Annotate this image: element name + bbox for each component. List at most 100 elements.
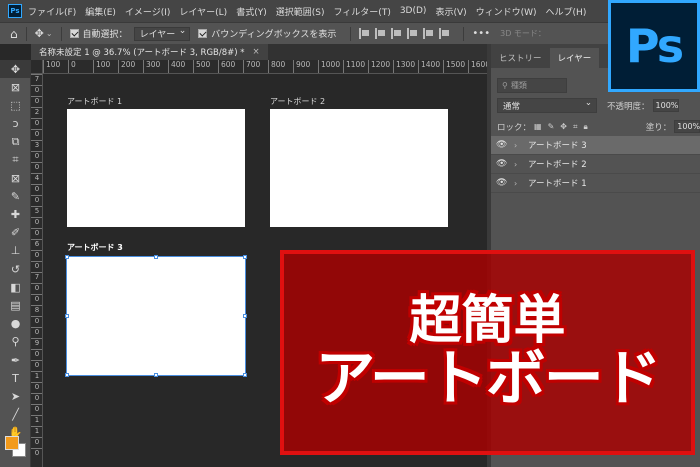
- brush-tool-icon[interactable]: ✐: [0, 224, 31, 242]
- transform-handle[interactable]: [65, 255, 69, 259]
- blend-row: 通常 不透明度： 100%: [491, 98, 700, 113]
- ruler-tick-label: 1400: [418, 60, 440, 73]
- history-brush-tool-icon[interactable]: ↺: [0, 260, 31, 278]
- lock-label: ロック：: [497, 122, 532, 133]
- tools-panel: ✥ ⊠ ⬚ ↄ ⧉ ⌗ ⊠ ✎ ✚ ✐ ⊥ ↺ ◧ ▤ ● ⚲ ✒ T ➤ ╱ …: [0, 60, 31, 467]
- close-icon[interactable]: ×: [253, 47, 260, 57]
- fill-input[interactable]: 100%: [674, 120, 700, 133]
- layer-row[interactable]: 👁︎ › アートボード 2: [491, 155, 700, 174]
- menu-filter[interactable]: フィルター(T): [333, 5, 390, 18]
- ruler-tick-label: 100: [43, 60, 60, 73]
- artboard-label-1[interactable]: アートボード 1: [67, 96, 122, 107]
- eye-icon[interactable]: 👁︎: [496, 140, 507, 150]
- transform-handle[interactable]: [65, 314, 69, 318]
- more-options-icon[interactable]: •••: [472, 28, 490, 39]
- lock-artboard-icon[interactable]: ⌗: [573, 122, 578, 131]
- bounding-box-checkbox[interactable]: [198, 29, 208, 38]
- ruler-tick-label: 1000: [318, 60, 340, 73]
- menu-view[interactable]: 表示(V): [435, 5, 466, 18]
- lock-transparent-icon[interactable]: ▦: [534, 122, 542, 131]
- artboard-tool-icon[interactable]: ⊠: [0, 78, 31, 96]
- transform-handle[interactable]: [243, 373, 247, 377]
- lock-all-icon[interactable]: 🔒︎: [584, 122, 588, 131]
- home-icon[interactable]: ⌂: [10, 27, 18, 41]
- transform-handle[interactable]: [65, 373, 69, 377]
- align-left-icon[interactable]: [359, 28, 370, 39]
- layer-name: アートボード 2: [528, 160, 587, 170]
- gradient-tool-icon[interactable]: ▤: [0, 296, 31, 314]
- tab-history[interactable]: ヒストリー: [491, 48, 550, 68]
- ruler-tick-label: 7: [31, 74, 42, 83]
- chevron-down-icon[interactable]: ⌄: [46, 29, 53, 38]
- eye-icon[interactable]: 👁︎: [496, 178, 507, 188]
- ruler-tick-label: 1200: [368, 60, 390, 73]
- menu-type[interactable]: 書式(Y): [236, 5, 267, 18]
- menu-select[interactable]: 選択範囲(S): [276, 5, 325, 18]
- path-select-tool-icon[interactable]: ➤: [0, 387, 31, 405]
- transform-handle[interactable]: [243, 314, 247, 318]
- transform-handle[interactable]: [243, 255, 247, 259]
- artboard-label-3[interactable]: アートボード 3: [67, 242, 123, 253]
- layer-row[interactable]: 👁︎ › アートボード 3: [491, 136, 700, 155]
- ruler-tick-label: 1: [31, 415, 42, 424]
- layer-row[interactable]: 👁︎ › アートボード 1: [491, 174, 700, 193]
- crop-tool-icon[interactable]: ⌗: [0, 151, 31, 169]
- align-top-icon[interactable]: [407, 28, 418, 39]
- lasso-tool-icon[interactable]: ↄ: [0, 115, 31, 133]
- lock-position-icon[interactable]: ✥: [560, 122, 567, 131]
- ruler-tick-label: 0: [31, 261, 42, 270]
- type-tool-icon[interactable]: T: [0, 369, 31, 387]
- menu-file[interactable]: ファイル(F): [28, 5, 76, 18]
- ruler-tick-label: 0: [31, 349, 42, 358]
- artboard-2[interactable]: [270, 109, 448, 227]
- dodge-tool-icon[interactable]: ⚲: [0, 333, 31, 351]
- move-icon[interactable]: ✥: [35, 27, 44, 40]
- menu-edit[interactable]: 編集(E): [85, 5, 116, 18]
- ruler-tick-label: 0: [31, 448, 42, 457]
- opacity-input[interactable]: 100%: [652, 99, 679, 112]
- healing-brush-tool-icon[interactable]: ✚: [0, 206, 31, 224]
- ruler-tick-label: 0: [31, 382, 42, 391]
- ruler-tick-label: 0: [68, 60, 76, 73]
- options-bar: ⌂ ✥ ⌄ 自動選択： レイヤー バウンディングボックスを表示 ••• 3D モ…: [0, 22, 700, 44]
- artboard-label-2[interactable]: アートボード 2: [270, 96, 325, 107]
- document-tab[interactable]: 名称未設定 1 @ 36.7% (アートボード 3, RGB/8#) * ×: [31, 44, 268, 60]
- clone-stamp-tool-icon[interactable]: ⊥: [0, 242, 31, 260]
- layer-name: アートボード 3: [528, 141, 587, 151]
- eyedropper-tool-icon[interactable]: ✎: [0, 187, 31, 205]
- ruler-tick-label: 1100: [343, 60, 365, 73]
- menu-layer[interactable]: レイヤー(L): [179, 5, 227, 18]
- lock-pixels-icon[interactable]: ✎: [548, 122, 555, 131]
- move-tool-icon[interactable]: ✥: [0, 60, 31, 79]
- eraser-tool-icon[interactable]: ◧: [0, 278, 31, 296]
- blend-mode-dropdown[interactable]: 通常: [497, 98, 597, 113]
- menu-image[interactable]: イメージ(I): [125, 5, 171, 18]
- menu-window[interactable]: ウィンドウ(W): [476, 5, 537, 18]
- transform-handle[interactable]: [154, 255, 158, 259]
- frame-tool-icon[interactable]: ⊠: [0, 169, 31, 187]
- artboard-3[interactable]: [65, 255, 247, 377]
- marquee-tool-icon[interactable]: ⬚: [0, 96, 31, 114]
- eye-icon[interactable]: 👁︎: [496, 159, 507, 169]
- blur-tool-icon[interactable]: ●: [0, 315, 31, 333]
- line-tool-icon[interactable]: ╱: [0, 406, 31, 424]
- chevron-right-icon[interactable]: ›: [514, 179, 522, 188]
- chevron-right-icon[interactable]: ›: [514, 160, 522, 169]
- auto-select-dropdown[interactable]: レイヤー: [133, 26, 191, 41]
- foreground-color-swatch[interactable]: [5, 436, 19, 450]
- artboard-1[interactable]: [67, 109, 245, 227]
- align-bottom-icon[interactable]: [439, 28, 450, 39]
- object-select-tool-icon[interactable]: ⧉: [0, 133, 31, 151]
- auto-select-checkbox[interactable]: [69, 29, 79, 38]
- ruler-tick-label: 3: [31, 140, 42, 149]
- layer-kind-filter[interactable]: ⚲ 種類: [497, 78, 567, 93]
- pen-tool-icon[interactable]: ✒: [0, 351, 31, 369]
- transform-handle[interactable]: [154, 373, 158, 377]
- align-center-icon[interactable]: [375, 28, 386, 39]
- align-middle-icon[interactable]: [423, 28, 434, 39]
- align-right-icon[interactable]: [391, 28, 402, 39]
- tab-layers[interactable]: レイヤー: [549, 48, 600, 68]
- menu-help[interactable]: ヘルプ(H): [546, 5, 587, 18]
- chevron-right-icon[interactable]: ›: [514, 141, 522, 150]
- menu-3d[interactable]: 3D(D): [400, 6, 427, 16]
